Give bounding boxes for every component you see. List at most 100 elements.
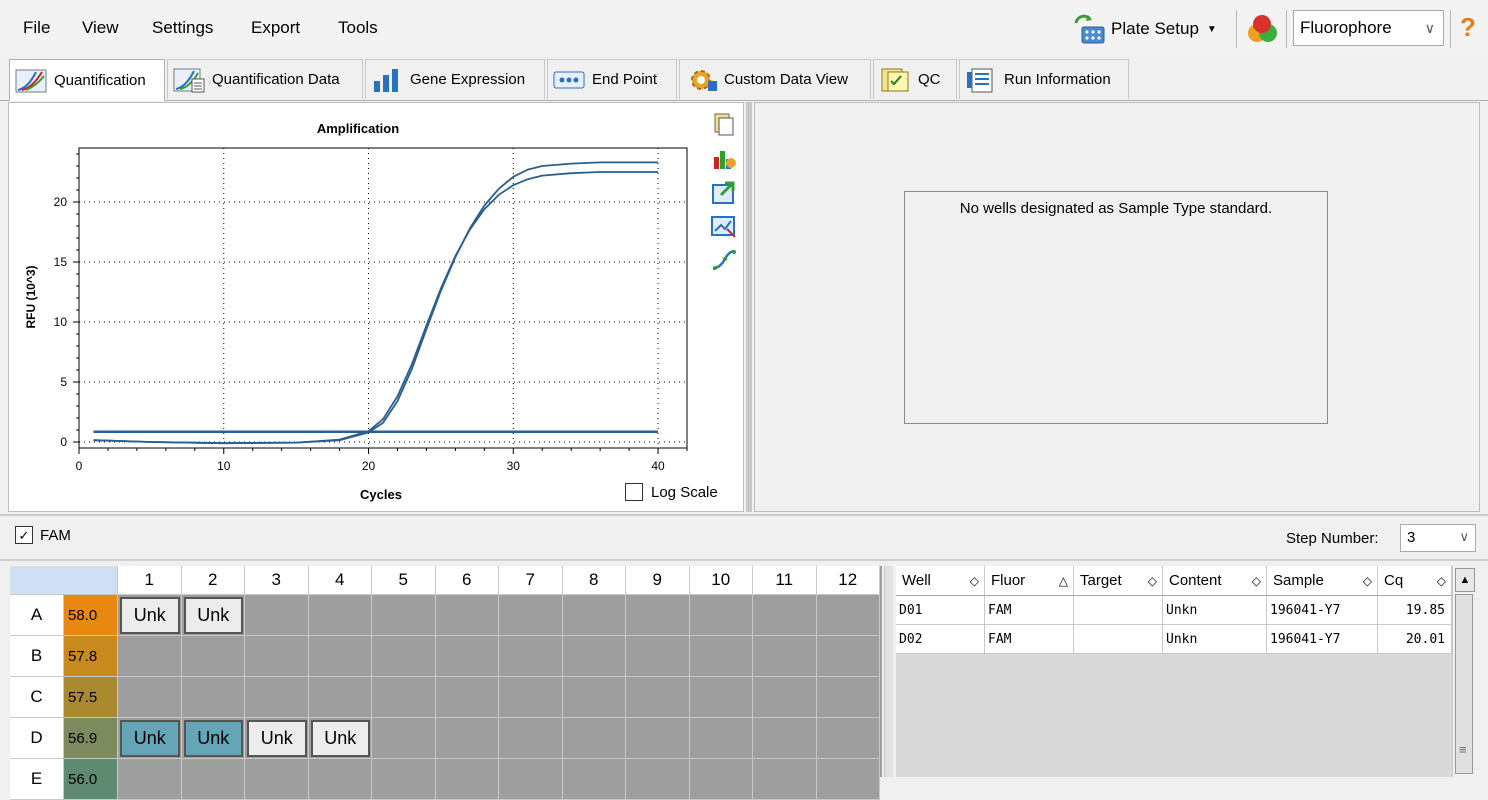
plate-column-header[interactable]: 4: [308, 566, 372, 595]
zoom-chart-icon[interactable]: [709, 213, 739, 239]
plate-row-header[interactable]: A: [10, 595, 64, 636]
horizontal-splitter[interactable]: [0, 514, 1488, 516]
table-cell[interactable]: [1074, 625, 1163, 654]
plate-well[interactable]: [562, 718, 626, 759]
plate-well[interactable]: [562, 677, 626, 718]
well-sample-button[interactable]: Unk: [247, 720, 307, 757]
plate-column-header[interactable]: 5: [372, 566, 436, 595]
plate-row-header[interactable]: D: [10, 718, 64, 759]
plate-well[interactable]: [562, 636, 626, 677]
copy-icon[interactable]: [709, 111, 739, 137]
sort-icon[interactable]: ◇: [1148, 574, 1157, 588]
table-column-header[interactable]: Content ◇: [1163, 566, 1267, 596]
plate-well[interactable]: [245, 677, 309, 718]
plate-column-header[interactable]: 12: [816, 566, 880, 595]
plate-well[interactable]: [435, 677, 499, 718]
plate-well[interactable]: [245, 759, 309, 800]
plate-well[interactable]: [435, 595, 499, 636]
plate-well[interactable]: [372, 636, 436, 677]
plate-well[interactable]: [753, 677, 817, 718]
tab-quantification-data[interactable]: Quantification Data: [167, 59, 363, 99]
plate-well[interactable]: [689, 636, 753, 677]
menu-view[interactable]: View: [82, 18, 119, 38]
plate-column-header[interactable]: 11: [753, 566, 817, 595]
plate-well[interactable]: [118, 636, 182, 677]
well-sample-button[interactable]: Unk: [310, 720, 370, 757]
menu-tools[interactable]: Tools: [338, 18, 378, 38]
plate-well[interactable]: [562, 595, 626, 636]
menu-file[interactable]: File: [23, 18, 50, 38]
plate-well[interactable]: [435, 718, 499, 759]
table-cell[interactable]: FAM: [985, 596, 1074, 625]
plate-well[interactable]: [626, 759, 690, 800]
plate-well[interactable]: [689, 677, 753, 718]
plate-well[interactable]: [626, 636, 690, 677]
plate-corner-cell[interactable]: [10, 566, 118, 595]
plate-column-header[interactable]: 6: [435, 566, 499, 595]
fam-toggle[interactable]: ✓ FAM: [15, 526, 71, 544]
plate-well[interactable]: [562, 759, 626, 800]
sort-icon[interactable]: △: [1059, 574, 1068, 588]
table-column-header[interactable]: Sample ◇: [1267, 566, 1378, 596]
plate-well[interactable]: [626, 718, 690, 759]
plate-well[interactable]: [181, 759, 245, 800]
table-cell[interactable]: 196041-Y7: [1267, 596, 1378, 625]
well-sample-button[interactable]: Unk: [183, 597, 243, 634]
table-cell[interactable]: Unkn: [1163, 625, 1267, 654]
tab-quantification[interactable]: Quantification: [9, 59, 165, 101]
plate-well[interactable]: [499, 677, 563, 718]
plate-well[interactable]: [689, 595, 753, 636]
plate-splitter[interactable]: [884, 566, 893, 777]
tab-gene-expression[interactable]: Gene Expression: [365, 59, 545, 99]
fam-checkbox[interactable]: ✓: [15, 526, 33, 544]
tab-qc[interactable]: QC: [873, 59, 957, 99]
plate-well[interactable]: [372, 677, 436, 718]
table-cell[interactable]: 19.85: [1378, 596, 1452, 625]
plate-column-header[interactable]: 7: [499, 566, 563, 595]
plate-column-header[interactable]: 2: [181, 566, 245, 595]
plate-well[interactable]: [753, 595, 817, 636]
plate-well[interactable]: [753, 636, 817, 677]
export-chart-icon[interactable]: [709, 179, 739, 205]
menu-settings[interactable]: Settings: [152, 18, 213, 38]
table-cell[interactable]: 20.01: [1378, 625, 1452, 654]
menu-export[interactable]: Export: [251, 18, 300, 38]
plate-well[interactable]: [816, 595, 880, 636]
table-cell[interactable]: FAM: [985, 625, 1074, 654]
tab-end-point[interactable]: End Point: [547, 59, 677, 99]
plate-well[interactable]: [626, 595, 690, 636]
plate-well[interactable]: [816, 759, 880, 800]
plate-well[interactable]: [689, 718, 753, 759]
plate-well[interactable]: [816, 718, 880, 759]
plate-well[interactable]: [689, 759, 753, 800]
plate-row-header[interactable]: C: [10, 677, 64, 718]
vertical-splitter[interactable]: [746, 102, 752, 512]
plate-well[interactable]: [181, 636, 245, 677]
plate-column-header[interactable]: 9: [626, 566, 690, 595]
table-cell[interactable]: D01: [896, 596, 985, 625]
plate-well[interactable]: [308, 595, 372, 636]
plate-row-header[interactable]: B: [10, 636, 64, 677]
plate-column-header[interactable]: 10: [689, 566, 753, 595]
plate-well[interactable]: [499, 718, 563, 759]
table-cell[interactable]: 196041-Y7: [1267, 625, 1378, 654]
plate-well[interactable]: [626, 677, 690, 718]
sort-icon[interactable]: ◇: [1363, 574, 1372, 588]
plate-setup-button[interactable]: Plate Setup ▼: [1070, 10, 1230, 48]
plate-well[interactable]: [118, 759, 182, 800]
table-cell[interactable]: [1074, 596, 1163, 625]
tab-custom-data-view[interactable]: Custom Data View: [679, 59, 871, 99]
chart-options-icon[interactable]: [709, 145, 739, 171]
well-sample-button[interactable]: Unk: [183, 720, 243, 757]
plate-well[interactable]: [816, 677, 880, 718]
well-sample-button[interactable]: Unk: [120, 597, 180, 634]
plate-well[interactable]: [245, 636, 309, 677]
plate-well[interactable]: [753, 759, 817, 800]
table-cell[interactable]: Unkn: [1163, 596, 1267, 625]
plate-well[interactable]: [499, 636, 563, 677]
log-scale-checkbox[interactable]: [625, 483, 643, 501]
fluorophore-select[interactable]: Fluorophore ∨: [1293, 10, 1444, 46]
plate-well[interactable]: [308, 677, 372, 718]
plate-well[interactable]: [435, 759, 499, 800]
table-column-header[interactable]: Cq ◇: [1378, 566, 1452, 596]
